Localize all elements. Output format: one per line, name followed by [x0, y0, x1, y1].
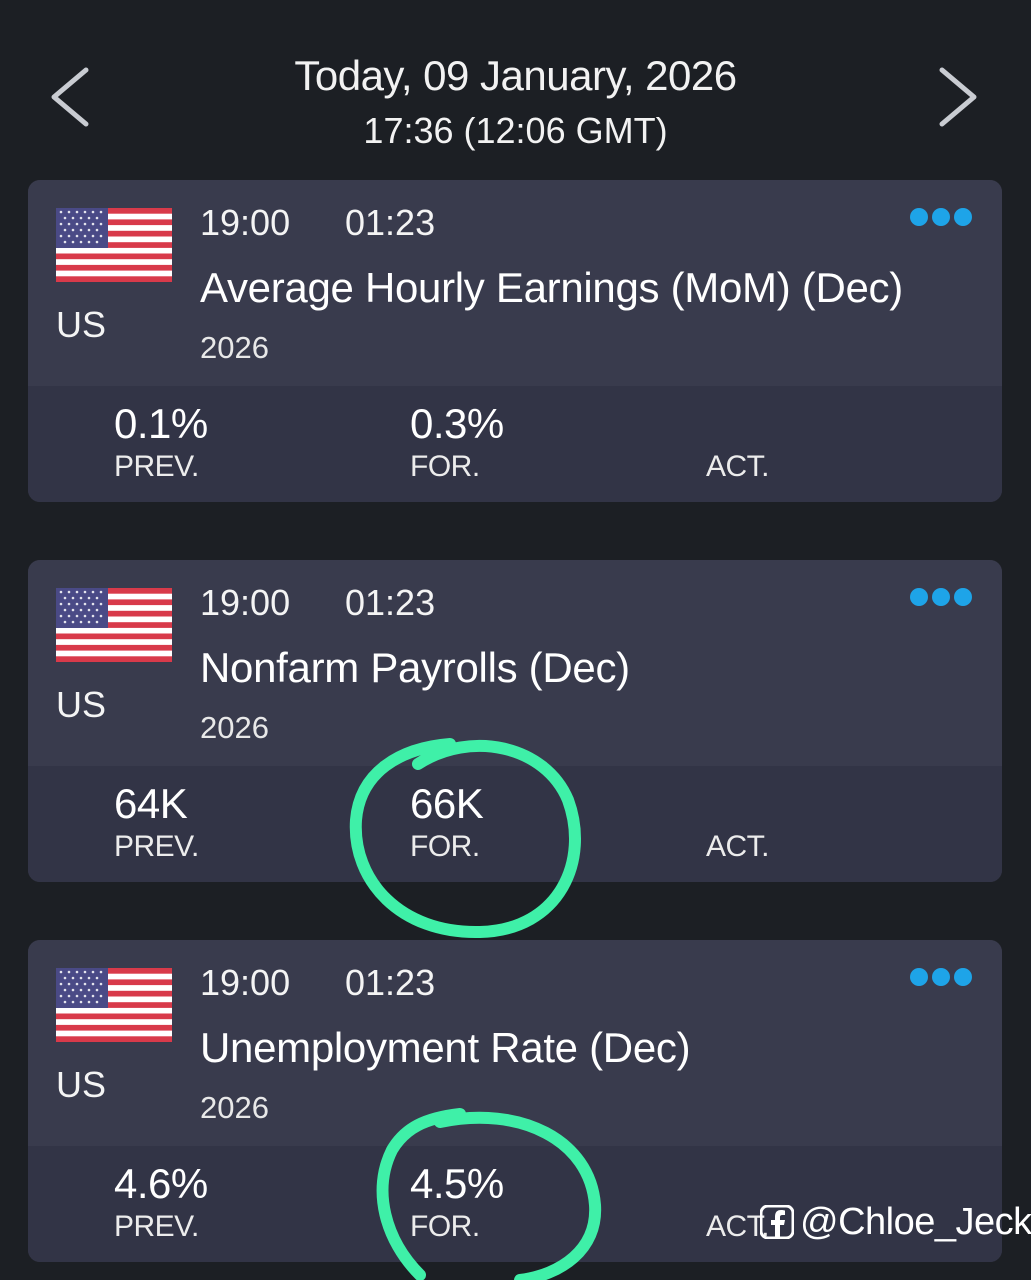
event-time: 19:00 [200, 962, 291, 1003]
event-card-header: US 19:00 01:23 Average Hourly Earnings (… [28, 180, 1002, 386]
date-title: Today, 09 January, 2026 [294, 52, 737, 99]
previous-value: 0.1% [114, 400, 208, 447]
facebook-icon [760, 1205, 794, 1239]
event-countdown: 01:23 [345, 202, 436, 243]
us-flag-icon [56, 208, 172, 282]
previous-value: 64K [114, 780, 188, 827]
event-stats: 0.1% PREV. 0.3% FOR. ACT. [28, 386, 1002, 502]
event-title: Unemployment Rate (Dec) [200, 1024, 691, 1071]
forecast-value: 66K [410, 780, 484, 827]
previous-label: PREV. [114, 830, 199, 863]
event-title: Average Hourly Earnings (MoM) (Dec) [200, 264, 903, 311]
current-time: 17:36 (12:06 GMT) [363, 110, 668, 151]
country-code: US [56, 1064, 107, 1105]
event-card[interactable]: US 19:00 01:23 Average Hourly Earnings (… [28, 180, 1002, 502]
event-time: 19:00 [200, 202, 291, 243]
forecast-label: FOR. [410, 450, 480, 483]
us-flag-icon [56, 968, 172, 1042]
previous-label: PREV. [114, 1210, 199, 1243]
event-year: 2026 [200, 710, 269, 745]
event-countdown: 01:23 [345, 962, 436, 1003]
more-options-icon[interactable] [906, 964, 976, 990]
event-countdown: 01:23 [345, 582, 436, 623]
country-code: US [56, 304, 107, 345]
chevron-right-icon[interactable] [928, 62, 988, 132]
country-code: US [56, 684, 107, 725]
watermark-text: @Chloe_Jeck [800, 1200, 1031, 1243]
watermark: @Chloe_Jeck [760, 1200, 1031, 1244]
event-stats: 64K PREV. 66K FOR. ACT. [28, 766, 1002, 882]
forecast-label: FOR. [410, 1210, 480, 1243]
actual-label: ACT. [706, 450, 770, 483]
forecast-value: 4.5% [410, 1160, 504, 1207]
actual-label: ACT. [706, 830, 770, 863]
event-card[interactable]: US 19:00 01:23 Nonfarm Payrolls (Dec) 20… [28, 560, 1002, 882]
previous-value: 4.6% [114, 1160, 208, 1207]
more-options-icon[interactable] [906, 204, 976, 230]
date-header: Today, 09 January, 2026 17:36 (12:06 GMT… [0, 0, 1031, 170]
us-flag-icon [56, 588, 172, 662]
forecast-value: 0.3% [410, 400, 504, 447]
forecast-label: FOR. [410, 830, 480, 863]
event-title: Nonfarm Payrolls (Dec) [200, 644, 630, 691]
event-year: 2026 [200, 330, 269, 365]
economic-calendar-screen: Today, 09 January, 2026 17:36 (12:06 GMT… [0, 0, 1031, 1280]
event-time: 19:00 [200, 582, 291, 623]
event-year: 2026 [200, 1090, 269, 1125]
event-card-header: US 19:00 01:23 Unemployment Rate (Dec) 2… [28, 940, 1002, 1146]
previous-label: PREV. [114, 450, 199, 483]
more-options-icon[interactable] [906, 584, 976, 610]
event-card-header: US 19:00 01:23 Nonfarm Payrolls (Dec) 20… [28, 560, 1002, 766]
